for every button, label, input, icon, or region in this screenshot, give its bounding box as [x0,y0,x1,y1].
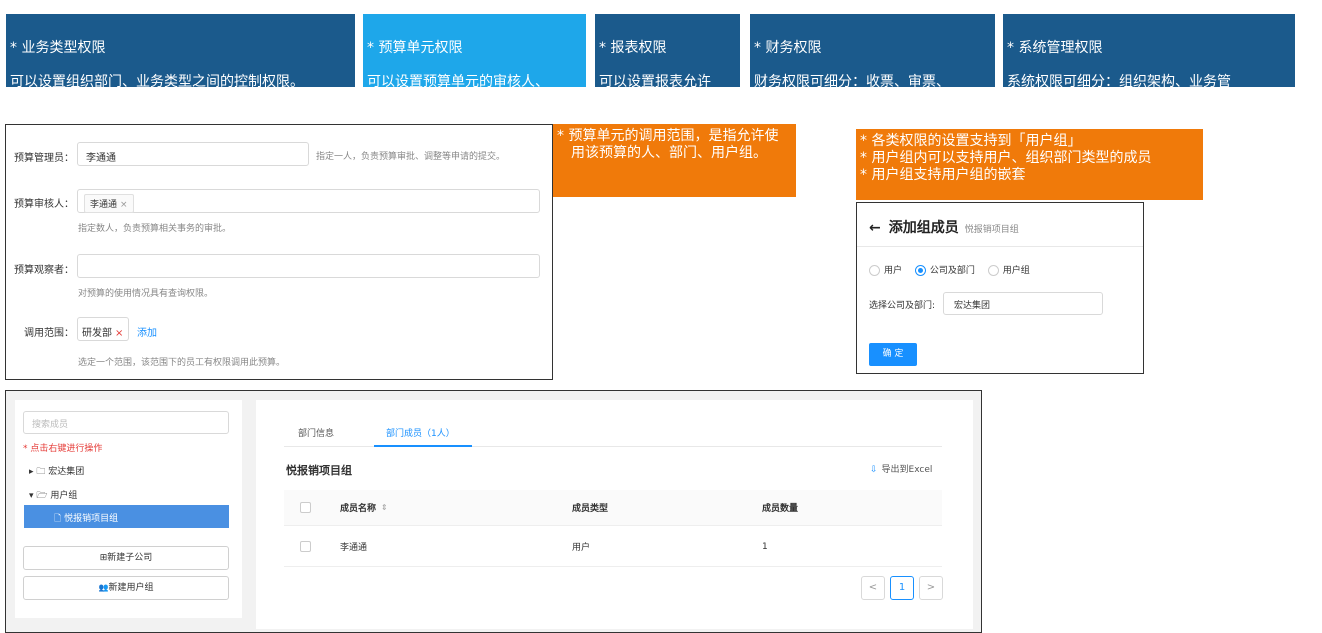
tree-item-selected-group[interactable]: 🗋 悦报销项目组 [24,505,229,528]
col-member-name[interactable]: 成员名称 ⇕ [340,490,388,525]
card-title: * 业务类型权限 [10,40,106,56]
add-member-dialog: ← 添加组成员 悦报销项目组 用户 公司及部门 用户组 选择公司及部门: 宏达集团 … [856,202,1144,374]
card-title: * 预算单元权限 [367,40,463,56]
search-member-input[interactable]: 搜索成员 [23,411,229,434]
row-checkbox-cell[interactable] [300,527,311,566]
member-management-panel: 搜索成员 * 点击右键进行操作 ▸ 🗀 宏达集团 ▾ 🗁 用户组 🗋 悦报销项目… [5,390,982,633]
export-excel-button[interactable]: ⇩ 导出到Excel [870,462,932,475]
pager-next-button[interactable]: > [919,576,943,600]
users-icon: 👥 [98,583,109,592]
card-title: * 财务权限 [754,40,822,56]
company-select[interactable]: 宏达集团 [943,292,1103,315]
card-body: 可以设置组织部门、业务类型之间的控制权限。 例如，研发部只能提交特定项目的申请。 [10,74,304,87]
dialog-title: 添加组成员 [888,220,959,236]
scope-hint: 选定一个范围，该范围下的员工有权限调用此预算。 [78,358,286,368]
divider [857,246,1143,247]
radio-user[interactable]: 用户 [869,263,902,276]
card-body: 可以设置预算单元的审核人、 管理员、允许被调用的范围。 [367,74,549,87]
info-card-finance: * 财务权限 财务权限可细分：收票、审票、 出纳。分别对应不同权限。 [750,14,995,87]
card-body: 财务权限可细分：收票、审票、 出纳。分别对应不同权限。 [754,74,950,87]
scope-tag: 研发部 [82,328,112,339]
download-icon: ⇩ [870,465,878,475]
reviewer-label: 预算审核人： [14,199,74,210]
radio-icon [869,265,880,276]
checkbox[interactable] [300,502,311,513]
group-detail-pane: 部门信息 部门成员（1人） 悦报销项目组 ⇩ 导出到Excel 成员名称 ⇕ 成员类… [256,400,973,629]
scope-tag-box[interactable]: 研发部 × [77,317,129,341]
new-usergroup-button[interactable]: 👥新建用户组 [23,576,229,600]
card-body: 可以设置报表允许 被哪些人查看。 [599,74,711,87]
group-title: 悦报销项目组 [286,464,352,477]
select-company-label: 选择公司及部门: [869,301,936,311]
radio-group[interactable]: 用户组 [987,263,1030,276]
scope-label: 调用范围： [24,328,74,339]
card-title: * 系统管理权限 [1007,40,1103,56]
confirm-button[interactable]: 确 定 [869,343,917,366]
card-title: * 报表权限 [599,40,667,56]
reviewer-tag: 李通通 × [84,194,134,213]
radio-icon [987,265,999,276]
active-tab-indicator [374,445,472,447]
pager-prev-button[interactable]: < [861,576,885,600]
tab-department-members[interactable]: 部门成员（1人） [386,426,455,439]
col-member-type: 成员类型 [572,504,609,514]
info-card-report: * 报表权限 可以设置报表允许 被哪些人查看。 [595,14,740,87]
callout-usergroup: * 各类权限的设置支持到「用户组」 * 用户组内可以支持用户、组织部门类型的成员… [856,129,1203,200]
select-all-checkbox-cell[interactable] [300,490,311,525]
observer-input[interactable] [77,254,540,278]
back-arrow-icon[interactable]: ← [869,220,881,236]
tag-close-icon[interactable]: × [120,200,128,210]
org-tree-pane: 搜索成员 * 点击右键进行操作 ▸ 🗀 宏达集团 ▾ 🗁 用户组 🗋 悦报销项目… [15,400,242,618]
tree-item-company[interactable]: ▸ 🗀 宏达集团 [29,464,84,480]
right-click-tip: * 点击右键进行操作 [23,444,103,454]
budget-permission-form: 预算管理员： 李通通 指定一人，负责预算审批、调整等申请的提交。 预算审核人： … [5,124,553,380]
sort-icon[interactable]: ⇕ [381,503,388,512]
scope-add-link[interactable]: 添加 [137,324,157,339]
radio-company[interactable]: 公司及部门 [914,263,975,276]
manager-input[interactable]: 李通通 [77,142,309,166]
manager-hint: 指定一人，负责预算审批、调整等申请的提交。 [316,152,506,162]
reviewer-input[interactable]: 李通通 × [77,189,540,213]
tree-item-usergroup[interactable]: ▾ 🗁 用户组 [29,488,77,504]
members-table-header: 成员名称 ⇕ 成员类型 成员数量 [284,490,942,526]
member-name-link[interactable]: 李通通 [340,527,367,566]
tab-department-info[interactable]: 部门信息 [298,426,334,439]
remove-icon[interactable]: × [115,328,123,339]
col-member-count: 成员数量 [762,504,799,514]
manager-label: 预算管理员： [14,153,74,164]
callout-scope: * 预算单元的调用范围，是指允许使用该预算的人、部门、用户组。 [553,124,796,197]
card-body: 系统权限可细分：组织架构、业务管 理、预算管理、系统管理。 [1007,74,1231,87]
member-count: 1 [762,541,768,552]
info-card-budget-unit: * 预算单元权限 可以设置预算单元的审核人、 管理员、允许被调用的范围。 [363,14,586,87]
dialog-header: ← 添加组成员 悦报销项目组 [869,217,1019,237]
radio-selected-icon [914,265,926,276]
info-card-business-type: * 业务类型权限 可以设置组织部门、业务类型之间的控制权限。 例如，研发部只能提… [6,14,355,87]
pager-page-button[interactable]: 1 [890,576,914,600]
table-row: 李通通 用户 1 [284,527,942,567]
dialog-subtitle: 悦报销项目组 [964,225,1019,235]
observer-label: 预算观察者： [14,265,74,276]
checkbox[interactable] [300,541,311,552]
info-card-system: * 系统管理权限 系统权限可细分：组织架构、业务管 理、预算管理、系统管理。 [1003,14,1295,87]
member-type: 用户 [572,543,591,553]
reviewer-hint: 指定数人，负责预算相关事务的审批。 [78,224,232,234]
new-subcompany-button[interactable]: ⊞新建子公司 [23,546,229,570]
member-type-radios: 用户 公司及部门 用户组 [869,263,1040,276]
observer-hint: 对预算的使用情况具有查询权限。 [78,289,214,299]
